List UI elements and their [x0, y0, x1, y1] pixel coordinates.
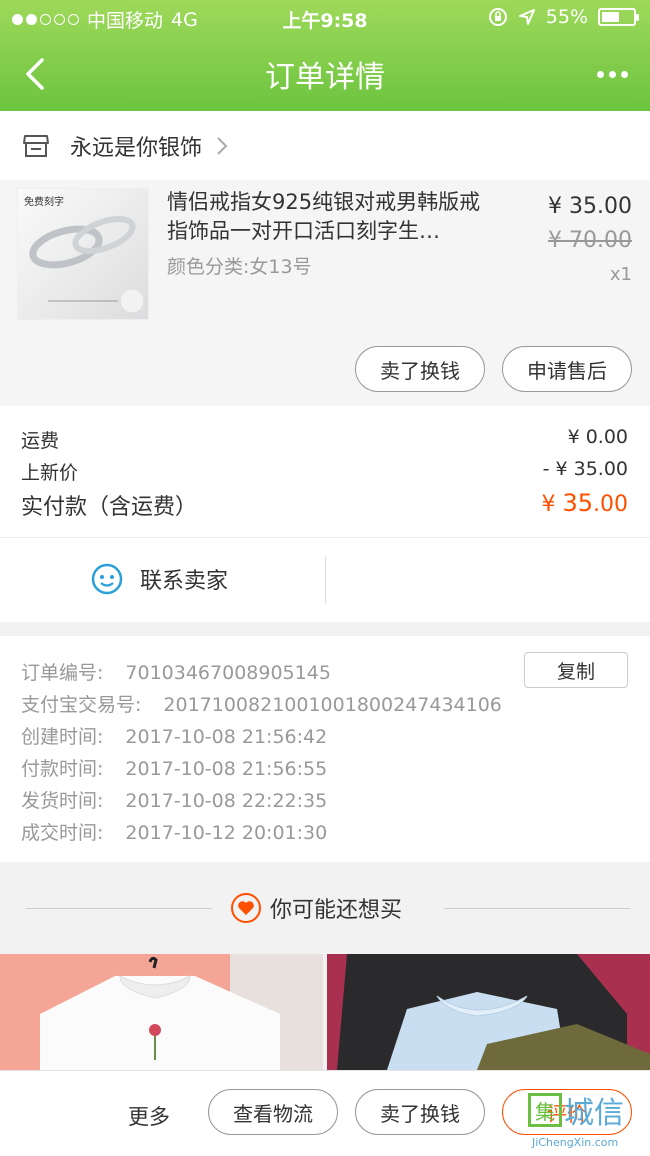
order-number-label: 订单编号:: [21, 662, 104, 684]
paid-time-row: 付款时间: 2017-10-08 21:56:55: [21, 754, 327, 781]
order-info: 订单编号: 70103467008905145 支付宝交易号: 2017100821…: [0, 636, 650, 862]
completed-time-label: 成交时间:: [21, 822, 104, 844]
page-title: 订单详情: [265, 60, 385, 95]
collar-shirts-image: [327, 954, 650, 1070]
order-number-value: 70103467008905145: [125, 662, 331, 684]
rotation-lock-icon: [488, 8, 507, 26]
completed-time-value: 2017-10-12 20:01:30: [125, 822, 328, 844]
product-title[interactable]: 情侣戒指女925纯银对戒男韩版戒指饰品一对开口活口刻字生…: [167, 188, 497, 246]
created-time-value: 2017-10-08 21:56:42: [125, 726, 328, 748]
created-time-row: 创建时间: 2017-10-08 21:56:42: [21, 722, 327, 749]
white-blouse-image: [0, 954, 323, 1070]
contact-seller-button[interactable]: 联系卖家: [90, 562, 228, 596]
product-image[interactable]: 免费刻字: [17, 188, 149, 320]
battery-percent: 55%: [545, 6, 588, 28]
recommend-product-image[interactable]: [0, 954, 323, 1070]
more-actions-button[interactable]: 更多: [128, 1101, 170, 1131]
contact-seller-label: 联系卖家: [140, 569, 229, 594]
shipped-time-value: 2017-10-08 22:22:35: [125, 790, 328, 812]
contact-row: 联系卖家: [0, 538, 650, 622]
divider-left: [26, 908, 212, 909]
view-logistics-button[interactable]: 查看物流: [208, 1089, 338, 1135]
paid-time-label: 付款时间:: [21, 758, 104, 780]
status-right: 55%: [488, 6, 639, 28]
recommend-header: 你可能还想买: [0, 862, 650, 954]
nav-bar: 订单详情: [0, 36, 650, 111]
order-number-row: 订单编号: 70103467008905145: [21, 658, 331, 685]
paid-label: 实付款（含运费）: [21, 495, 198, 520]
fee-summary: 运费 ¥ 0.00 上新价 - ¥ 35.00 实付款（含运费） ¥ 35.00: [0, 406, 650, 538]
completed-time-row: 成交时间: 2017-10-12 20:01:30: [21, 818, 327, 845]
created-time-label: 创建时间:: [21, 726, 104, 748]
new-price-value: - ¥ 35.00: [542, 458, 628, 480]
recommend-title: 你可能还想买: [230, 892, 402, 924]
alipay-trade-label: 支付宝交易号:: [21, 694, 142, 716]
copy-order-number-button[interactable]: 复制: [524, 652, 628, 688]
watermark-logo-text: 城信: [564, 1096, 624, 1131]
location-icon: [518, 9, 535, 25]
battery-icon: [598, 8, 639, 26]
paid-decimal: .00: [593, 492, 628, 517]
paid-amount: ¥ 35.00: [541, 489, 628, 521]
more-options-icon[interactable]: [592, 54, 632, 94]
product-spec: 颜色分类:女13号: [167, 256, 312, 278]
watermark-logo: 集 城信: [528, 1088, 624, 1132]
recommend-title-text: 你可能还想买: [270, 898, 403, 923]
ring-pair-icon: [29, 216, 145, 314]
alipay-trade-value: 2017100821001001800247434106: [163, 694, 502, 716]
order-item: 免费刻字 情侣戒指女925纯银对戒男韩版戒指饰品一对开口活口刻字生… 颜色分类:…: [0, 180, 650, 406]
shipped-time-label: 发货时间:: [21, 790, 104, 812]
shipping-row: 运费 ¥ 0.00: [21, 426, 628, 453]
product-price: ¥ 35.00: [548, 194, 632, 219]
status-bar: 中国移动 4G 上午9:58 55%: [0, 0, 650, 36]
paid-time-value: 2017-10-08 21:56:55: [125, 758, 328, 780]
new-price-label: 上新价: [21, 462, 79, 484]
watermark-logo-box: 集: [528, 1093, 562, 1127]
heart-icon: [231, 893, 261, 923]
chat-face-icon: [91, 563, 123, 595]
shop-name: 永远是你银饰: [70, 135, 203, 161]
sell-for-cash-button[interactable]: 卖了换钱: [355, 346, 485, 392]
product-quantity: x1: [609, 264, 632, 285]
divider: [325, 556, 326, 604]
recommend-grid: [0, 954, 650, 1070]
sell-for-cash-button-bottom[interactable]: 卖了换钱: [355, 1089, 485, 1135]
recommend-product-image[interactable]: [327, 954, 650, 1070]
chevron-right-icon: [217, 136, 228, 155]
new-price-row: 上新价 - ¥ 35.00: [21, 458, 628, 485]
shipped-time-row: 发货时间: 2017-10-08 22:22:35: [21, 786, 327, 813]
watermark-url: JiChengXin.com: [532, 1136, 619, 1149]
shipping-value: ¥ 0.00: [567, 426, 628, 448]
shop-icon: [23, 134, 49, 157]
product-original-price: ¥ 70.00: [548, 228, 632, 253]
paid-row: 实付款（含运费） ¥ 35.00: [21, 489, 628, 521]
paid-currency: ¥: [541, 492, 556, 517]
shipping-label: 运费: [21, 430, 60, 452]
alipay-trade-row: 支付宝交易号: 2017100821001001800247434106: [21, 690, 502, 717]
paid-integer: 35: [562, 489, 593, 517]
header: 中国移动 4G 上午9:58 55% 订单详情: [0, 0, 650, 111]
after-sale-button[interactable]: 申请售后: [502, 346, 632, 392]
divider-right: [444, 908, 630, 909]
shop-row[interactable]: 永远是你银饰: [0, 111, 650, 180]
battery-fill: [602, 12, 619, 22]
product-image-badge: 免费刻字: [24, 197, 64, 208]
watermark: 集 城信 JiChengXin.com: [520, 1088, 650, 1156]
